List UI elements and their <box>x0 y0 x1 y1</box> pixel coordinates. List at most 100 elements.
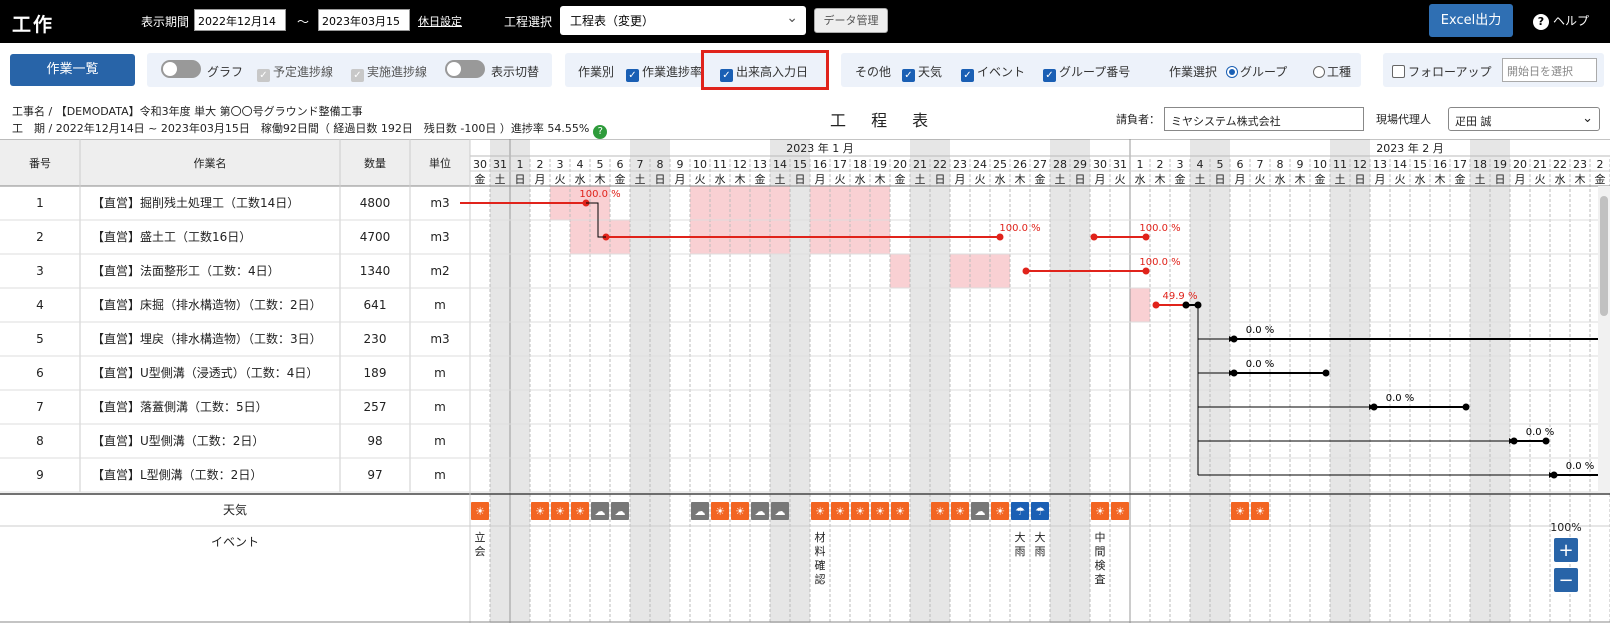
period-text: 工 期 / 2022年12月14日 ~ 2023年03月15日 稼働92日間（ … <box>12 122 590 135</box>
weekday-label: 日 <box>1215 173 1226 186</box>
sunny-icon-glyph: ☀ <box>815 505 825 518</box>
weekday-label: 水 <box>575 173 586 186</box>
planned-cell <box>750 186 770 220</box>
task-name[interactable]: 【直営】U型側溝（工数：2日） <box>92 433 264 448</box>
app-logo[interactable]: 工作 <box>12 10 54 37</box>
follow-up-checkbox[interactable]: フォローアップ <box>1392 63 1492 80</box>
weather-checkbox[interactable]: ✓ 天気 <box>902 63 942 82</box>
planned-cell <box>810 186 830 220</box>
scrollbar-thumb[interactable] <box>1600 196 1608 316</box>
weekday-label: 火 <box>1115 173 1126 186</box>
task-unit: m3 <box>430 230 449 244</box>
bar-start-dot <box>1022 267 1030 275</box>
help-button[interactable]: ? ヘルプ <box>1533 12 1589 30</box>
check-icon: ✓ <box>1043 69 1056 82</box>
period-label: 表示期間 <box>141 15 190 29</box>
sunny-icon-glyph: ☀ <box>895 505 905 518</box>
weekend-column <box>910 139 930 623</box>
task-name[interactable]: 【直営】埋戻（排水構造物）（工数：3日） <box>92 331 322 346</box>
weekday-label: 日 <box>655 173 666 186</box>
task-number: 7 <box>36 400 44 414</box>
day-number: 4 <box>1197 158 1204 171</box>
cloudy-icon-glyph: ☁ <box>975 505 986 518</box>
weekday-label: 土 <box>1335 173 1346 186</box>
day-number: 18 <box>853 158 867 171</box>
weekday-label: 日 <box>1495 173 1506 186</box>
contractor-input[interactable]: ミヤシステム株式会社 <box>1164 107 1364 131</box>
weekend-column <box>630 139 650 623</box>
display-switch-toggle[interactable] <box>445 60 485 78</box>
weekday-label: 金 <box>475 172 486 186</box>
task-name[interactable]: 【直営】U型側溝（浸透式）（工数：4日） <box>92 365 318 380</box>
progress-label: 0.0 % <box>1526 427 1555 438</box>
group-number-checkbox[interactable]: ✓ グループ番号 <box>1043 63 1130 82</box>
cloudy-rain-icon-glyph: ☁ <box>775 505 786 518</box>
group-radio-label: グループ <box>1240 65 1288 79</box>
progress-label: 100.0 % <box>579 189 620 200</box>
progress-label: 0.0 % <box>1566 461 1595 472</box>
event-checkbox[interactable]: ✓ イベント <box>961 63 1025 82</box>
column-header: 単位 <box>429 156 451 170</box>
task-unit: m <box>434 468 446 482</box>
day-number: 11 <box>713 158 727 171</box>
weekday-label: 土 <box>915 173 926 186</box>
help-circle-icon[interactable]: ? <box>593 125 608 139</box>
group-radio[interactable]: グループ <box>1226 63 1287 80</box>
day-number: 21 <box>913 158 927 171</box>
day-number: 19 <box>873 158 887 171</box>
sunny-icon-glyph: ☀ <box>995 505 1005 518</box>
process-radio[interactable]: 工種 <box>1313 63 1351 80</box>
day-number: 20 <box>893 158 907 171</box>
plan-line-checkbox[interactable]: ✓ 予定進捗線 <box>257 63 333 82</box>
start-date-input[interactable]: 開始日を選択 <box>1502 58 1597 82</box>
task-progress-checkbox[interactable]: ✓ 作業進捗率 <box>626 63 702 82</box>
month-label: 2023 年 1 月 <box>786 141 853 155</box>
sunny-icon-glyph: ☀ <box>735 505 745 518</box>
day-number: 24 <box>973 158 987 171</box>
actual-line-checkbox[interactable]: ✓ 実施進捗線 <box>351 63 427 82</box>
agent-select[interactable]: 疋田 誠 ⌄ <box>1448 107 1600 131</box>
task-number: 8 <box>36 434 44 448</box>
holiday-settings-link[interactable]: 休日設定 <box>418 13 462 29</box>
day-number: 14 <box>1393 158 1407 171</box>
weekday-label: 金 <box>1455 172 1466 186</box>
task-name[interactable]: 【直営】L型側溝（工数：2日） <box>92 467 262 482</box>
bar-end-dot <box>1322 369 1330 377</box>
date-to-input[interactable]: 2023年03月15日 <box>318 9 410 44</box>
day-number: 14 <box>773 158 787 171</box>
check-icon: ✓ <box>961 69 974 82</box>
weekday-label: 水 <box>1135 173 1146 186</box>
by-task-label: 作業別 <box>578 65 615 79</box>
weekend-column <box>1190 139 1210 623</box>
weekday-label: 木 <box>1435 173 1446 186</box>
month-label: 2023 年 2 月 <box>1376 141 1443 155</box>
checkbox-icon <box>1392 65 1405 78</box>
task-name[interactable]: 【直営】落蓋側溝（工数：5日） <box>92 399 268 414</box>
graph-toggle[interactable] <box>161 60 201 78</box>
weekday-label: 木 <box>595 173 606 186</box>
day-number: 5 <box>1217 158 1224 171</box>
day-number: 25 <box>993 158 1007 171</box>
process-select[interactable]: 工程表（変更） ⌄ <box>560 6 806 35</box>
date-from-input[interactable]: 2022年12月14日 <box>194 9 286 44</box>
follow-up-label: フォローアップ <box>1408 65 1492 79</box>
task-unit: m <box>434 366 446 380</box>
gantt-chart: 2023 年 1 月 2023 年 2 月30金31土1日2月3火4水5木6金7土… <box>0 138 1610 623</box>
task-unit: m3 <box>430 332 449 346</box>
weekend-column <box>490 139 510 623</box>
task-name[interactable]: 【直営】法面整形工（工数：4日） <box>92 263 280 278</box>
sunny-icon-glyph: ☀ <box>1115 505 1125 518</box>
excel-export-button[interactable]: Excel出力 <box>1429 4 1513 37</box>
task-name[interactable]: 【直営】盛土工（工数16日） <box>92 229 251 244</box>
plan-line-label: 予定進捗線 <box>273 65 334 79</box>
progress-label: 100.0 % <box>999 223 1040 234</box>
task-name[interactable]: 【直営】床掘（排水構造物）（工数：2日） <box>92 297 322 312</box>
weekday-label: 土 <box>1475 173 1486 186</box>
task-list-button[interactable]: 作業一覧 <box>10 54 135 86</box>
task-name[interactable]: 【直営】掘削残土処理工（工数14日） <box>92 195 299 210</box>
planned-cell <box>1130 288 1150 322</box>
day-number: 13 <box>753 158 767 171</box>
data-management-button[interactable]: データ管理 <box>814 8 888 33</box>
radio-icon <box>1226 66 1238 78</box>
weekend-column <box>1210 139 1230 623</box>
